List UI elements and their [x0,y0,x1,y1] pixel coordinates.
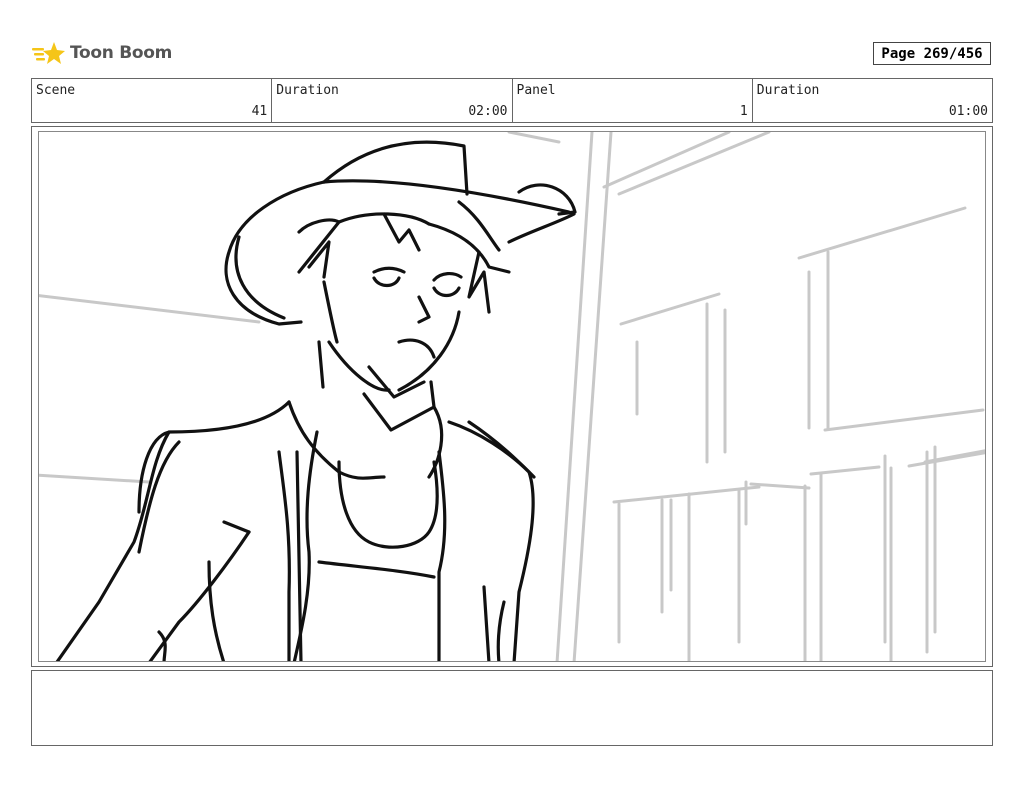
scene-duration-value: 02:00 [468,104,508,119]
panel-value: 1 [739,104,748,119]
scene-cell: Scene 41 [32,79,273,122]
scene-label: Scene [36,83,76,98]
scene-value: 41 [251,104,268,119]
logo-text: Toon Boom [70,43,173,63]
toon-boom-star-icon [32,42,65,64]
panel-duration-value: 01:00 [948,104,988,119]
page-number: Page 269/456 [873,42,991,65]
scene-duration-label: Duration [276,83,339,98]
panel-notes-box [31,670,993,746]
scene-duration-cell: Duration 02:00 [272,79,513,122]
panel-cell: Panel 1 [513,79,753,122]
panel-duration-label: Duration [756,83,820,98]
panel-info-table: Scene 41 Duration 02:00 Panel 1 Duration… [31,78,993,123]
storyboard-panel [31,126,993,667]
cowboy-character-lines [55,140,577,661]
sketch-drawing [39,132,985,661]
panel-image-area [38,131,986,662]
panel-duration-cell: Duration 01:00 [753,79,992,122]
panel-label: Panel [516,83,556,98]
background-building-lines [39,132,985,661]
toon-boom-logo: Toon Boom [32,36,172,70]
